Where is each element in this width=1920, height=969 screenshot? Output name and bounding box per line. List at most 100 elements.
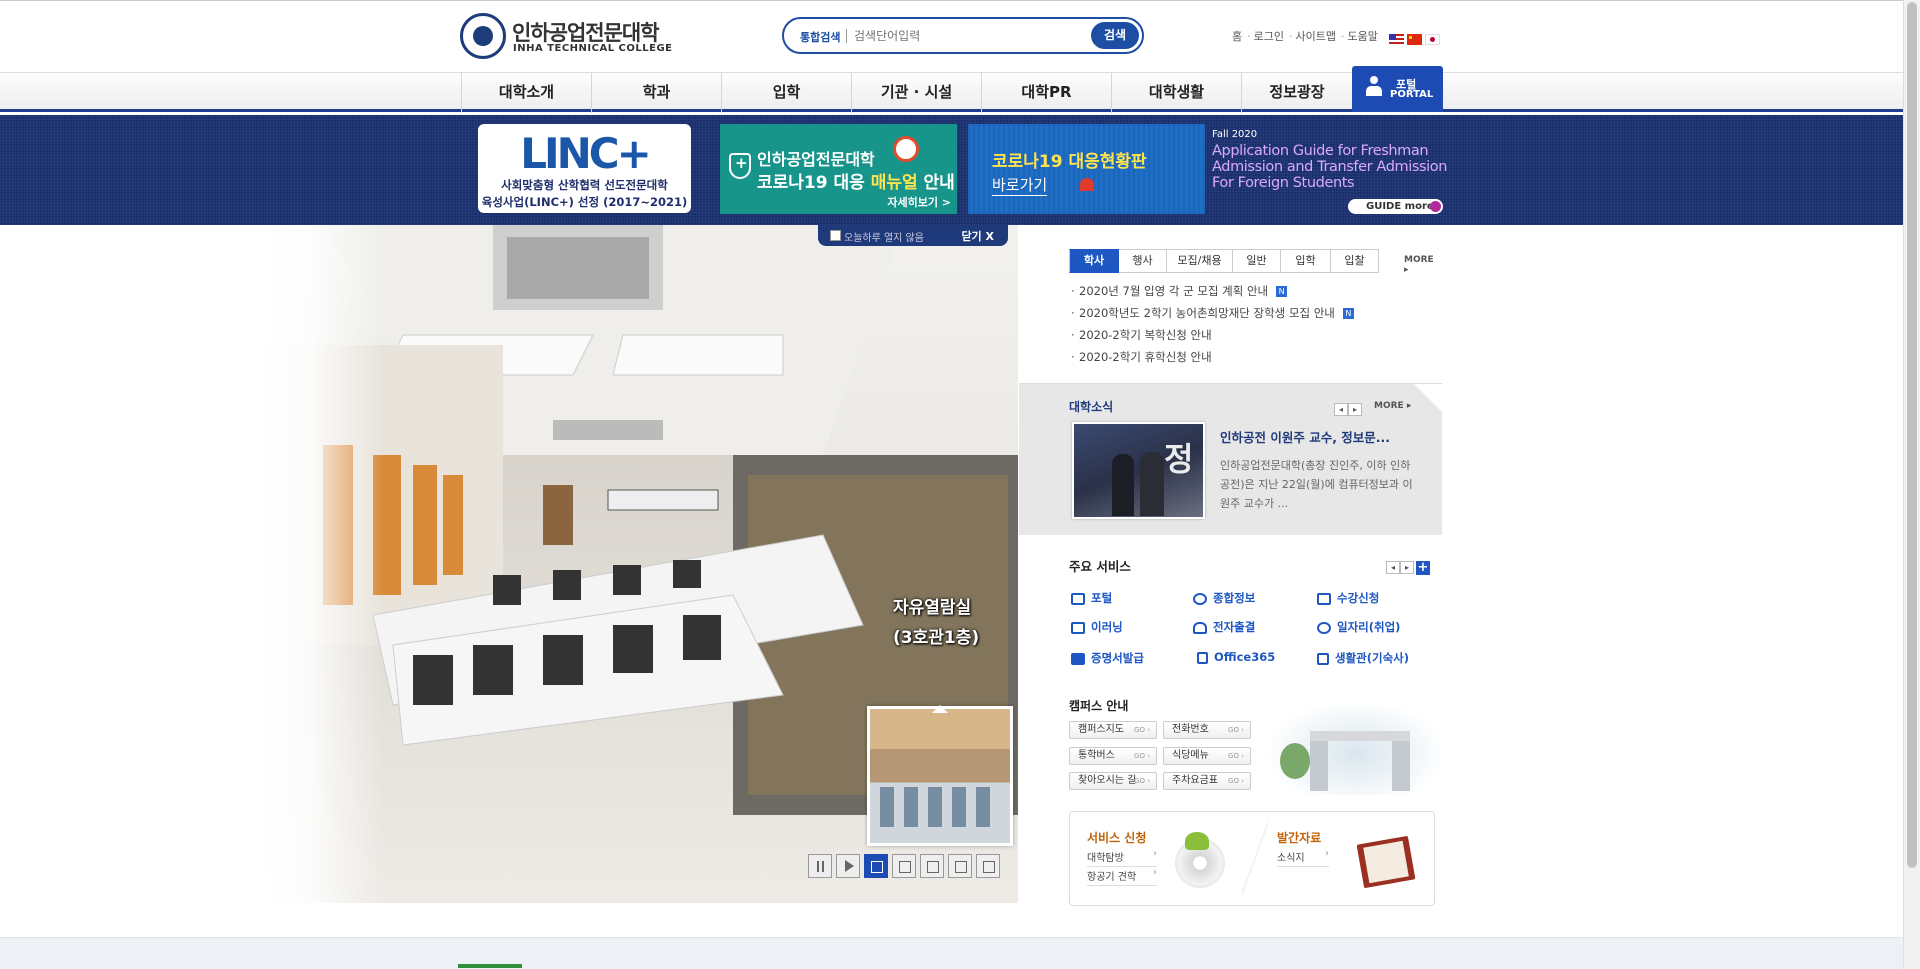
search-category[interactable]: 통합검색 bbox=[800, 29, 840, 45]
tab-recruitment[interactable]: 모집/채용 bbox=[1167, 249, 1233, 273]
hero-thumbnail[interactable] bbox=[867, 705, 1013, 846]
phone-directory-button[interactable]: 전화번호 GO › bbox=[1163, 721, 1251, 739]
computer-icon bbox=[1317, 592, 1331, 605]
util-link-home[interactable]: 홈 bbox=[1232, 30, 1242, 43]
slide-dot-3[interactable] bbox=[920, 854, 944, 878]
search-input[interactable] bbox=[854, 25, 1054, 47]
nav-item-campus-life[interactable]: 대학생활 bbox=[1111, 73, 1241, 113]
search-icon bbox=[1317, 621, 1331, 634]
aircraft-tour-link[interactable]: 항공기 견학 bbox=[1087, 867, 1157, 886]
service-attendance[interactable]: 전자출결 bbox=[1193, 619, 1255, 635]
campus-map-button[interactable]: 캠퍼스지도 GO › bbox=[1069, 721, 1157, 739]
college-logo[interactable]: 인하공업전문대학 INHA TECHNICAL COLLEGE bbox=[460, 13, 672, 61]
jp-flag-icon[interactable] bbox=[1425, 34, 1440, 45]
service-info[interactable]: 종합정보 bbox=[1193, 590, 1255, 606]
guide-line1: Application Guide for Freshman bbox=[1212, 143, 1429, 159]
play-icon[interactable] bbox=[836, 854, 860, 878]
news-photo[interactable]: 정 bbox=[1072, 422, 1205, 519]
newsletter-link[interactable]: 소식지 bbox=[1277, 848, 1329, 867]
hide-today-checkbox[interactable] bbox=[830, 230, 841, 241]
slide-dot-2[interactable] bbox=[892, 854, 916, 878]
notice-item[interactable]: 2020-2학기 휴학신청 안내 bbox=[1071, 350, 1431, 372]
slide-dot-5[interactable] bbox=[976, 854, 1000, 878]
monitor-icon bbox=[1071, 592, 1085, 605]
linc-banner-line1: 사회맞춤형 산학협력 선도전문대학 bbox=[501, 178, 668, 192]
prev-arrow-icon[interactable]: ◂ bbox=[1334, 403, 1348, 416]
nav-item-admission[interactable]: 입학 bbox=[721, 73, 851, 113]
popup-close-button[interactable]: 닫기 X bbox=[961, 228, 994, 244]
hero-fade bbox=[263, 225, 383, 903]
covid-status-banner[interactable]: 코로나19 대응현황판 바로가기 bbox=[968, 124, 1205, 214]
news-title: 대학소식 bbox=[1069, 400, 1114, 414]
nav-item-about[interactable]: 대학소개 bbox=[461, 73, 591, 113]
us-flag-icon[interactable] bbox=[1389, 34, 1404, 45]
hero-caption: 자유열람실 (3호관1층) bbox=[893, 598, 980, 648]
prev-arrow-icon[interactable]: ◂ bbox=[1386, 561, 1400, 574]
shuttle-bus-button[interactable]: 통학버스 GO › bbox=[1069, 747, 1157, 765]
footer-logo bbox=[458, 964, 522, 969]
util-link-login[interactable]: 로그인 bbox=[1254, 30, 1284, 43]
plus-icon[interactable]: + bbox=[1416, 560, 1430, 575]
hide-today-label[interactable]: 오늘하루 열지 않음 bbox=[844, 229, 924, 244]
parking-fee-button[interactable]: 주차요금표 GO › bbox=[1163, 772, 1251, 790]
nav-item-info[interactable]: 정보광장 bbox=[1241, 73, 1352, 113]
next-arrow-icon[interactable]: ▸ bbox=[1400, 561, 1414, 574]
scrollbar-thumb[interactable] bbox=[1907, 2, 1917, 868]
service-request-box: 서비스 신청 대학탐방 항공기 견학 발간자료 소식지 bbox=[1069, 811, 1435, 906]
virus-icon bbox=[893, 136, 919, 162]
cafeteria-menu-button[interactable]: 식당메뉴 GO › bbox=[1163, 747, 1251, 765]
util-link-sitemap[interactable]: 사이트맵 bbox=[1296, 30, 1336, 43]
news-more-link[interactable]: MORE ▸ bbox=[1374, 401, 1411, 411]
vertical-scrollbar[interactable] bbox=[1903, 0, 1920, 969]
service-registration[interactable]: 수강신청 bbox=[1317, 590, 1379, 606]
service-office365[interactable]: Office365 bbox=[1197, 650, 1275, 664]
service-box-divider bbox=[1242, 812, 1268, 905]
search-button[interactable]: 검색 bbox=[1091, 22, 1139, 49]
notice-more-link[interactable]: MORE ▸ bbox=[1404, 255, 1439, 275]
foreign-guide-banner[interactable]: Fall 2020 Application Guide for Freshman… bbox=[1210, 129, 1450, 215]
directions-button[interactable]: 찾아오시는 길 GO › bbox=[1069, 772, 1157, 790]
linc-logo: LINC+ bbox=[520, 129, 652, 178]
building-icon bbox=[1317, 652, 1329, 665]
footer bbox=[0, 937, 1903, 969]
tab-general[interactable]: 일반 bbox=[1233, 249, 1281, 273]
document-icon bbox=[1197, 651, 1208, 664]
tab-admission[interactable]: 입학 bbox=[1281, 249, 1331, 273]
tab-events[interactable]: 행사 bbox=[1119, 249, 1167, 273]
service-certificate[interactable]: 증명서발급 bbox=[1071, 650, 1144, 666]
covid-manual-banner[interactable]: 인하공업전문대학 코로나19 대응 매뉴얼 안내 자세히보기 > bbox=[720, 124, 957, 214]
notice-item[interactable]: 2020년 7월 입영 각 군 모집 계획 안내N bbox=[1071, 284, 1431, 306]
news-headline[interactable]: 인하공전 이원주 교수, 정보문... bbox=[1220, 427, 1420, 446]
util-link-help[interactable]: 도움말 bbox=[1347, 30, 1377, 43]
slide-dot-4[interactable] bbox=[948, 854, 972, 878]
services-title: 주요 서비스 bbox=[1069, 559, 1131, 574]
notice-item[interactable]: 2020-2학기 복학신청 안내 bbox=[1071, 328, 1431, 350]
tab-academic[interactable]: 학사 bbox=[1069, 249, 1119, 273]
service-jobs[interactable]: 일자리(취업) bbox=[1317, 619, 1400, 635]
main-nav: 대학소개 학과 입학 기관 · 시설 대학PR 대학생활 정보광장 bbox=[0, 72, 1903, 113]
guide-more-button[interactable]: GUIDE more bbox=[1348, 199, 1443, 214]
publications-title: 발간자료 bbox=[1277, 831, 1322, 845]
cn-flag-icon[interactable] bbox=[1407, 34, 1422, 45]
utility-links: 홈 · 로그인 · 사이트맵 · 도움말 bbox=[1232, 30, 1378, 43]
nav-item-pr[interactable]: 대학PR bbox=[981, 73, 1111, 113]
slide-dot-1[interactable] bbox=[864, 854, 888, 878]
pause-icon[interactable] bbox=[808, 854, 832, 878]
siren-icon bbox=[1080, 178, 1094, 191]
logo-english-name: INHA TECHNICAL COLLEGE bbox=[513, 43, 673, 54]
page: 인하공업전문대학 INHA TECHNICAL COLLEGE 통합검색 검색 … bbox=[0, 0, 1920, 969]
service-portal[interactable]: 포털 bbox=[1071, 590, 1112, 606]
campus-tour-link[interactable]: 대학탐방 bbox=[1087, 848, 1157, 867]
notice-item[interactable]: 2020학년도 2학기 농어촌희망재단 장학생 모집 안내N bbox=[1071, 306, 1431, 328]
next-arrow-icon[interactable]: ▸ bbox=[1348, 403, 1362, 416]
portal-button[interactable]: 포털 PORTAL bbox=[1352, 66, 1443, 112]
manual-more-link[interactable]: 자세히보기 > bbox=[887, 194, 951, 210]
tab-bidding[interactable]: 입찰 bbox=[1331, 249, 1379, 273]
linc-banner[interactable]: LINC+ 사회맞춤형 산학협력 선도전문대학 육성사업(LINC+) 선정 (… bbox=[478, 124, 691, 213]
nav-item-facilities[interactable]: 기관 · 시설 bbox=[851, 73, 981, 113]
covid-banner-link[interactable]: 바로가기 bbox=[992, 174, 1048, 196]
service-dormitory[interactable]: 생활관(기숙사) bbox=[1317, 650, 1409, 666]
guide-line3: For Foreign Students bbox=[1212, 175, 1355, 191]
nav-item-departments[interactable]: 학과 bbox=[591, 73, 721, 113]
service-elearning[interactable]: 이러닝 bbox=[1071, 619, 1123, 635]
